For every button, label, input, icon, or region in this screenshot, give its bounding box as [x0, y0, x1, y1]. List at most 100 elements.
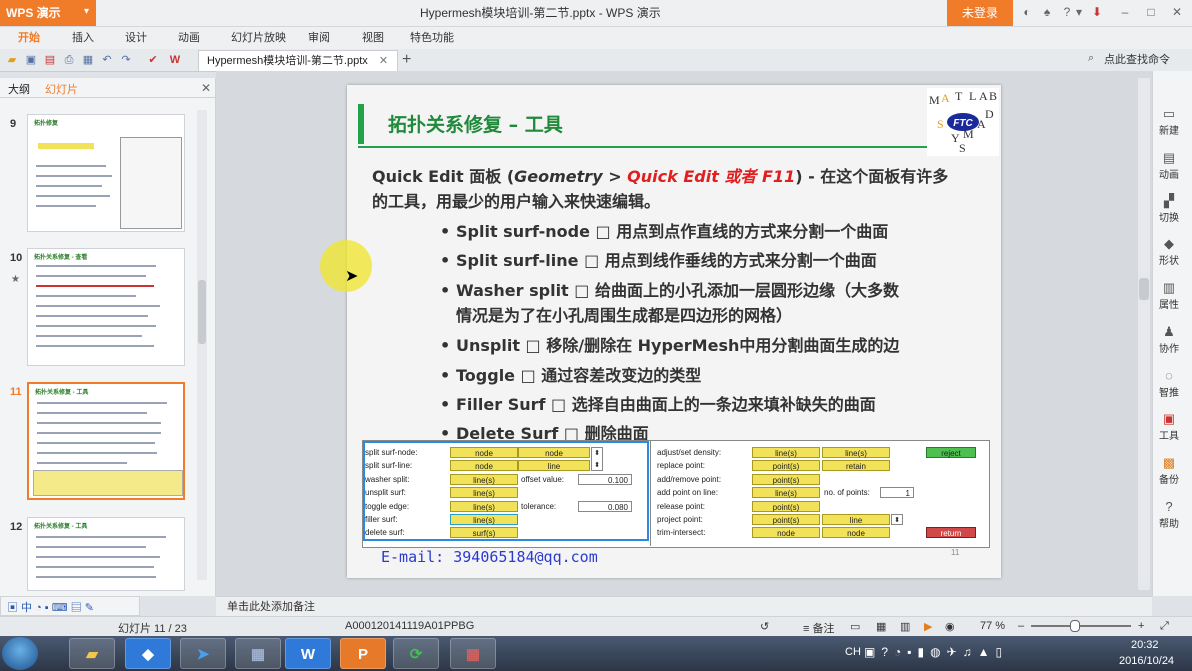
sidebar-help[interactable]: ? 帮助: [1152, 499, 1186, 530]
save-icon[interactable]: ▣: [24, 53, 38, 67]
sidebar-transition[interactable]: ▞ 切换: [1152, 193, 1186, 224]
panel-button: point(s): [752, 514, 820, 525]
canvas-scrollbar-thumb[interactable]: [1139, 278, 1149, 300]
menu-review[interactable]: 审阅: [308, 27, 330, 49]
taskbar-wps-writer[interactable]: W: [285, 638, 331, 669]
open-folder-icon[interactable]: ▰: [5, 53, 19, 67]
taskbar-wps-presentation[interactable]: P: [340, 638, 386, 669]
panel-button: retain: [822, 460, 890, 471]
shirt-icon[interactable]: ♠: [1040, 5, 1054, 19]
pdf-icon[interactable]: ▤: [43, 53, 57, 67]
close-panel-icon[interactable]: ✕: [201, 81, 211, 95]
sidebar-new[interactable]: ▭ 新建: [1152, 106, 1186, 137]
locate-icon[interactable]: ◉: [945, 620, 955, 633]
sidebar-tools[interactable]: ▣ 工具: [1152, 411, 1186, 442]
thumb-text: [36, 325, 156, 327]
menu-animation[interactable]: 动画: [178, 27, 200, 49]
svg-text:T: T: [955, 89, 963, 103]
zoom-in-icon[interactable]: +: [1138, 620, 1144, 632]
tab-outline[interactable]: 大纲: [8, 81, 30, 97]
view-reading-icon[interactable]: ▥: [900, 620, 910, 633]
sidebar-animation[interactable]: ▤ 动画: [1152, 150, 1186, 181]
taskbar-refresh[interactable]: ⟳: [393, 638, 439, 669]
bullet-item: • Filler Surf □ 选择自由曲面上的一条边来填补缺失的曲面: [440, 395, 876, 414]
document-tab[interactable]: Hypermesh模块培训-第二节.pptx ✕: [198, 50, 398, 71]
menu-start[interactable]: 开始: [18, 27, 40, 49]
taskbar-mesh2[interactable]: ▦: [450, 638, 496, 669]
panel-label: project point:: [657, 515, 703, 524]
skin-icon[interactable]: ◐: [1020, 5, 1034, 19]
sidebar-smart[interactable]: ◌ 智推: [1152, 368, 1186, 399]
slide-thumbnail[interactable]: 拓扑关系修复 - 查看: [27, 248, 185, 366]
taskbar-app-blue[interactable]: ◆: [125, 638, 171, 669]
taskbar-explorer[interactable]: ▰: [69, 638, 115, 669]
new-tab-icon[interactable]: +: [402, 51, 411, 69]
notes-placeholder[interactable]: 单击此处添加备注: [227, 598, 315, 614]
panel-scrollbar[interactable]: [197, 110, 207, 580]
menu-special[interactable]: 特色功能: [410, 27, 454, 49]
preview-icon[interactable]: ▦: [81, 53, 95, 67]
language-indicator[interactable]: CH: [845, 646, 861, 658]
intro-line-1: Quick Edit 面板 (Geometry > Quick Edit 或者 …: [372, 167, 949, 186]
search-icon[interactable]: ⌕: [1088, 52, 1094, 65]
start-button[interactable]: [2, 637, 38, 670]
sidebar-shape[interactable]: ◆ 形状: [1152, 236, 1186, 267]
panel-label: adjust/set density:: [657, 448, 722, 457]
tray-icons[interactable]: ▣?◔▪▮◍✈♫▲▯: [864, 645, 1008, 659]
view-sorter-icon[interactable]: ▦: [876, 620, 886, 633]
undo-icon[interactable]: ↶: [100, 53, 114, 67]
svg-text:B: B: [989, 89, 997, 103]
tab-slides[interactable]: 幻灯片: [45, 81, 78, 97]
panel-scrollbar-thumb[interactable]: [198, 280, 206, 344]
print-icon[interactable]: ⎙: [62, 53, 76, 67]
zoom-slider-thumb[interactable]: [1070, 620, 1080, 632]
menu-slideshow[interactable]: 幻灯片放映: [231, 27, 286, 49]
slide-thumbnail-selected[interactable]: 拓扑关系修复 - 工具: [27, 382, 185, 500]
sidebar-properties[interactable]: ▥ 属性: [1152, 280, 1186, 311]
app-menu-button[interactable]: WPS 演示: [0, 0, 96, 26]
undo-history-icon[interactable]: ↺: [760, 620, 769, 633]
panel-value: 0.080: [578, 501, 632, 512]
slideshow-icon[interactable]: ▶: [924, 620, 932, 633]
zoom-level[interactable]: 77 %: [980, 620, 1005, 632]
minimize-icon[interactable]: –: [1118, 5, 1132, 19]
login-button[interactable]: 未登录: [947, 0, 1013, 26]
panel-label: split surf-node:: [365, 448, 418, 457]
dropdown-icon[interactable]: ▾: [1072, 5, 1086, 19]
sidebar-backup[interactable]: ▩ 备份: [1152, 455, 1186, 486]
menu-insert[interactable]: 插入: [72, 27, 94, 49]
view-normal-icon[interactable]: ▭: [850, 620, 860, 633]
clock-time[interactable]: 20:32: [1131, 639, 1159, 651]
fit-window-icon[interactable]: ⤢: [1160, 620, 1169, 633]
slide-thumbnail[interactable]: 拓扑修复: [27, 114, 185, 232]
sidebar-collaborate[interactable]: ♟ 协作: [1152, 324, 1186, 355]
redo-icon[interactable]: ↷: [119, 53, 133, 67]
maximize-icon[interactable]: □: [1144, 5, 1158, 19]
taskbar-bird[interactable]: ➤: [180, 638, 226, 669]
panel-button: surf(s): [450, 527, 518, 538]
close-icon[interactable]: ✕: [1170, 5, 1184, 19]
notes-toggle[interactable]: ≡ 备注: [803, 620, 834, 636]
taskbar-hypermesh[interactable]: ▦: [235, 638, 281, 669]
svg-text:D: D: [985, 107, 994, 121]
zoom-slider[interactable]: [1031, 625, 1131, 627]
menu-view[interactable]: 视图: [362, 27, 384, 49]
download-icon[interactable]: ⬇: [1090, 5, 1104, 19]
chevron-down-icon[interactable]: ▾: [84, 6, 89, 17]
close-tab-icon[interactable]: ✕: [379, 55, 388, 67]
zoom-out-icon[interactable]: –: [1018, 620, 1024, 632]
ime-icons: ▣ 中 ◔ ▪ ⌨ ▤ ✎: [7, 602, 94, 614]
command-search[interactable]: 点此查找命令: [1104, 50, 1170, 70]
clock-date[interactable]: 2016/10/24: [1119, 655, 1174, 667]
panel-button: line(s): [450, 501, 518, 512]
svg-text:M: M: [963, 127, 974, 141]
canvas-scrollbar[interactable]: [1138, 78, 1150, 590]
check-icon[interactable]: ✔: [146, 53, 160, 67]
mesh-icon: ▦: [465, 646, 481, 663]
notes-pane[interactable]: [216, 596, 1152, 617]
menu-design[interactable]: 设计: [125, 27, 147, 49]
slide-thumbnail[interactable]: 拓扑关系修复 - 工具: [27, 517, 185, 591]
panel-button: line(s): [450, 514, 518, 525]
wps-logo-icon[interactable]: W: [168, 53, 182, 67]
input-method-bar[interactable]: ▣ 中 ◔ ▪ ⌨ ▤ ✎: [0, 596, 140, 616]
